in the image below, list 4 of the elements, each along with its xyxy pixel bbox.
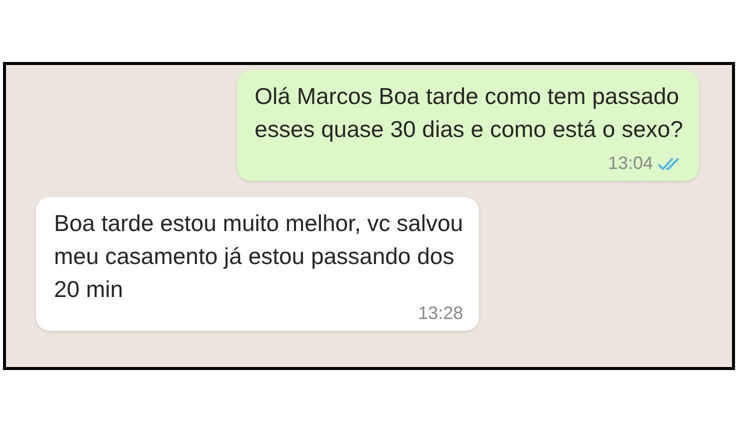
message-time: 13:04: [608, 152, 653, 175]
message-text: Boa tarde estou muito melhor, vc salvou meu casamento já estou passando dos 20 min: [54, 209, 464, 304]
message-text: Olá Marcos Boa tarde como tem passado esses quase 30 dias e como está o sexo?: [254, 82, 683, 144]
message-time: 13:28: [418, 302, 464, 325]
